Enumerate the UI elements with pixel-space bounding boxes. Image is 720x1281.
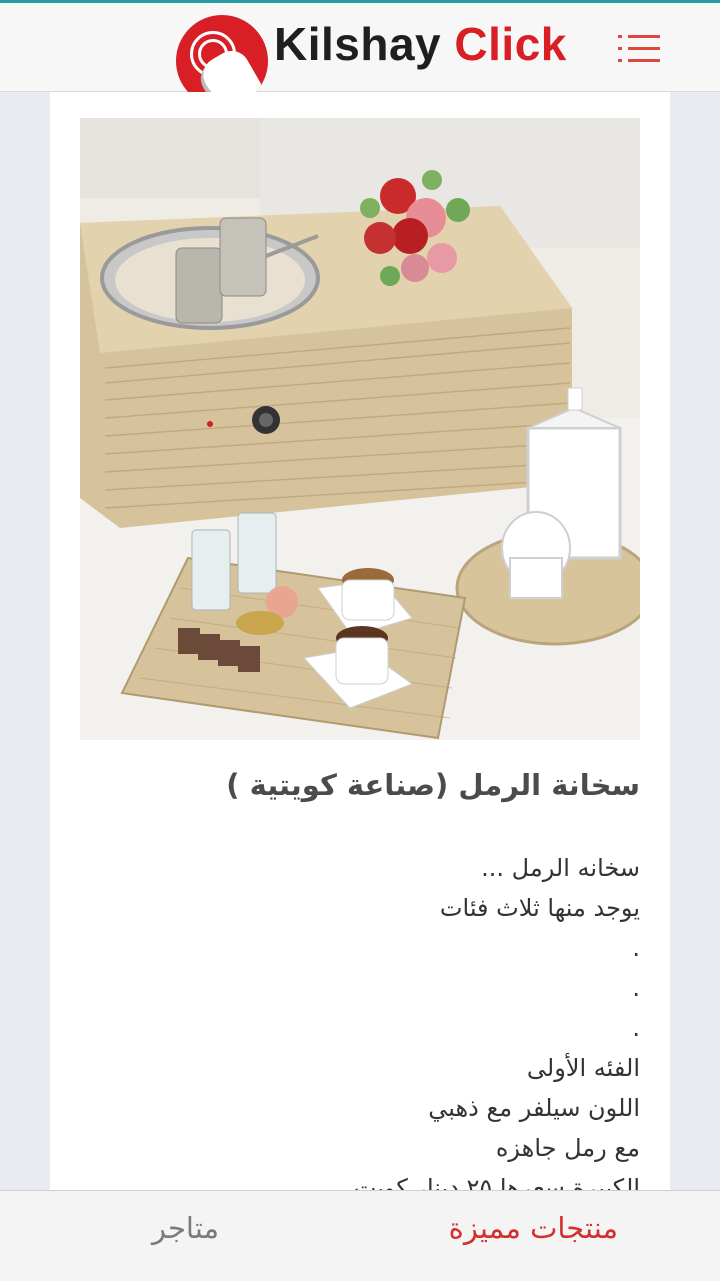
brand-word-kilshay: Kilshay xyxy=(274,18,442,70)
description-line: . xyxy=(632,1014,640,1042)
app-header: Kilshay Click xyxy=(0,0,720,107)
product-title: سخانة الرمل (صناعة كويتية ) xyxy=(226,768,640,802)
menu-icon[interactable] xyxy=(618,35,660,65)
description-line: الفئه الأولى xyxy=(526,1054,640,1082)
description-line: . xyxy=(632,974,640,1002)
description-line: سخانه الرمل ... xyxy=(481,854,640,882)
tab-stores[interactable]: متاجر xyxy=(152,1211,219,1245)
description-line: الكبيرة سعرها ٢٥ دينار كويت xyxy=(353,1174,640,1190)
brand-logo-text: Kilshay Click xyxy=(274,17,567,71)
description-line: اللون سيلفر مع ذهبي xyxy=(428,1094,640,1122)
product-description: سخانه الرمل ... يوجد منها ثلاث فئات . . … xyxy=(80,848,640,1190)
description-line: يوجد منها ثلاث فئات xyxy=(439,894,640,922)
product-image[interactable] xyxy=(80,118,655,740)
description-line: مع رمل جاهزه xyxy=(495,1134,640,1162)
product-card: سخانة الرمل (صناعة كويتية ) سخانه الرمل … xyxy=(50,92,670,1190)
description-line: . xyxy=(632,934,640,962)
brand-word-click: Click xyxy=(454,18,567,70)
bottom-navigation: منتجات مميزة متاجر xyxy=(0,1190,720,1281)
tab-featured-products[interactable]: منتجات مميزة xyxy=(449,1211,618,1245)
